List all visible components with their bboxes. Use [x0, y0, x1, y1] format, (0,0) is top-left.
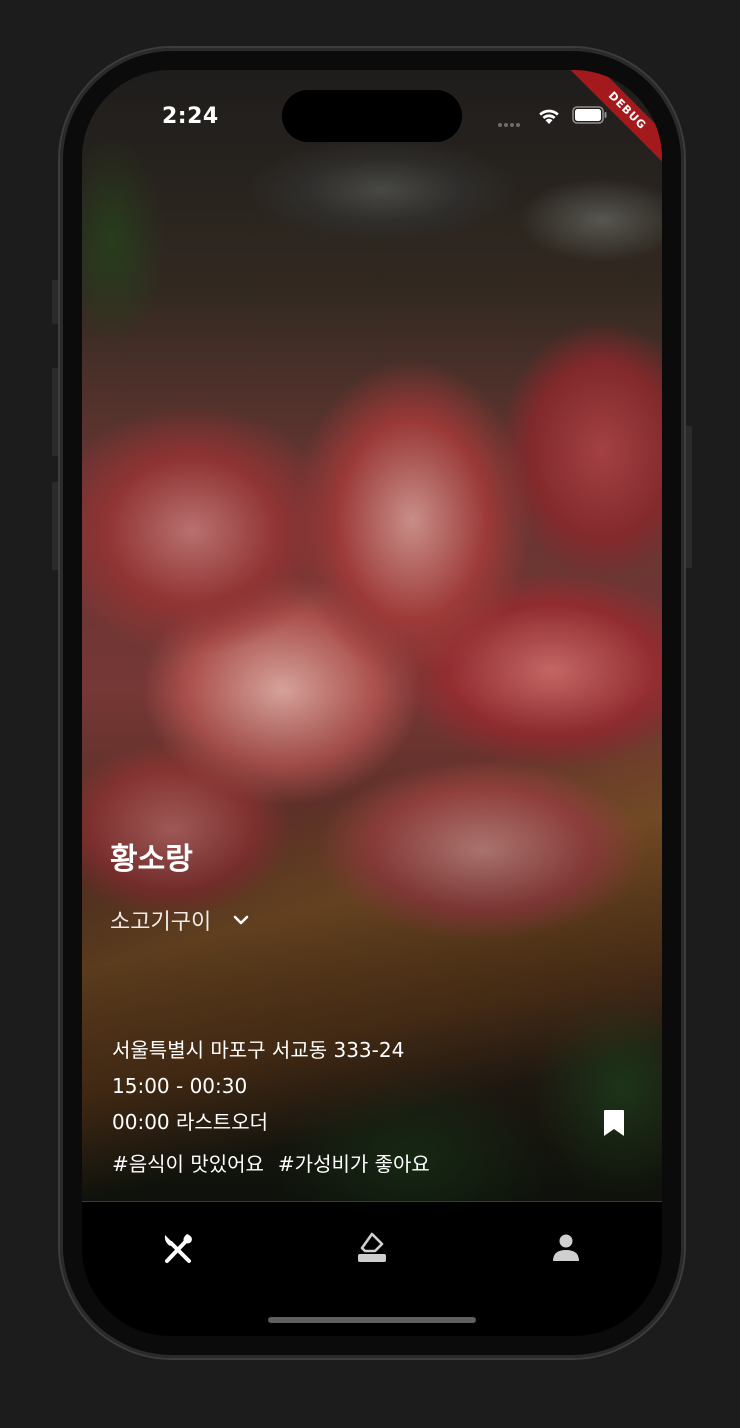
bottom-navigation — [82, 1201, 662, 1336]
chevron-down-icon — [233, 915, 249, 925]
battery-icon — [572, 106, 607, 124]
review-tags: #음식이 맛있어요 #가성비가 좋아요 — [112, 1148, 430, 1177]
device-volume-up-button — [52, 368, 60, 456]
restaurant-name: 황소랑 — [110, 842, 193, 877]
nav-tab-profile[interactable] — [544, 1226, 588, 1270]
category-dropdown[interactable]: 소고기구이 — [110, 904, 251, 936]
home-indicator[interactable] — [268, 1317, 476, 1323]
edit-icon — [358, 1232, 386, 1262]
person-icon — [553, 1234, 579, 1261]
status-time: 2:24 — [162, 104, 219, 129]
photo-overlay — [82, 70, 662, 1201]
last-order-time: 00:00 라스트오더 — [112, 1110, 268, 1134]
nav-tab-restaurants[interactable] — [156, 1226, 200, 1270]
wifi-icon — [539, 109, 559, 124]
business-hours: 15:00 - 00:30 — [112, 1074, 248, 1098]
phone-screen: 2:24 DEBUG 황소랑 소고기구이 서울특별시 마포구 서교동 333-2… — [82, 70, 662, 1336]
app-stage: 2:24 DEBUG 황소랑 소고기구이 서울특별시 마포구 서교동 333-2… — [0, 0, 740, 1428]
cellular-signal-icon — [498, 112, 526, 127]
device-volume-down-button — [52, 482, 60, 570]
device-power-button — [684, 426, 692, 568]
nav-tab-review[interactable] — [350, 1226, 394, 1270]
review-tag: #가성비가 좋아요 — [277, 1152, 430, 1176]
review-tag: #음식이 맛있어요 — [112, 1152, 264, 1176]
device-mute-switch — [52, 280, 60, 324]
restaurant-address: 서울특별시 마포구 서교동 333-24 — [112, 1038, 405, 1062]
category-label: 소고기구이 — [110, 910, 212, 935]
bookmark-icon[interactable] — [602, 1108, 626, 1138]
dynamic-island — [282, 90, 462, 142]
fork-spoon-icon — [164, 1234, 192, 1263]
